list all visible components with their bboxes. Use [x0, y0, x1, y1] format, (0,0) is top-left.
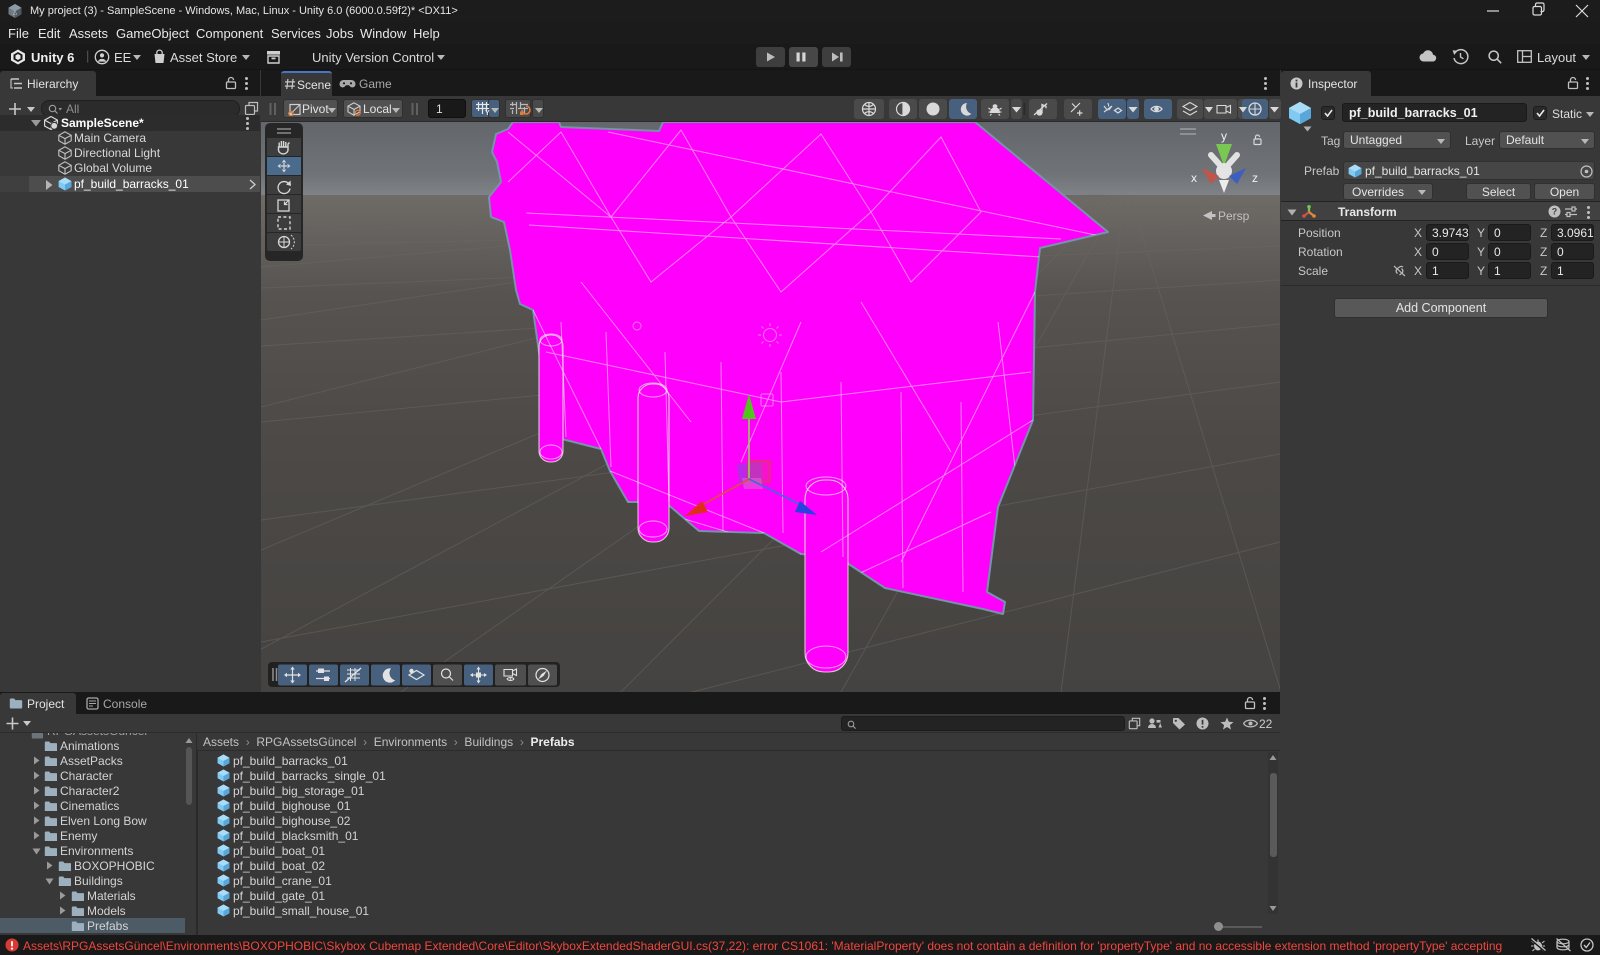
svg-text:?: ? [1552, 207, 1558, 217]
svg-text:Persp: Persp [1218, 209, 1250, 223]
svg-text:Y: Y [485, 110, 490, 116]
svg-text:y: y [1221, 129, 1227, 143]
svg-text:z: z [1252, 171, 1258, 185]
svg-text:x: x [1191, 171, 1197, 185]
